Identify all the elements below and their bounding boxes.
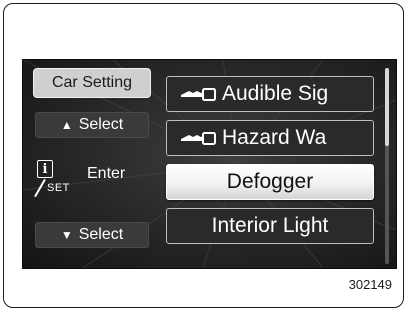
down-arrow-icon: ▼ — [60, 228, 73, 242]
menu-item-label: Interior Light — [211, 214, 329, 237]
menu-item-interior-light[interactable]: Interior Light — [166, 208, 374, 244]
info-letter: i — [37, 160, 53, 178]
figure-frame: Car Setting ▲ Select i SET Enter ▼ Selec… — [3, 3, 404, 308]
car-setting-label: Car Setting — [33, 68, 151, 98]
scroll-thumb[interactable] — [385, 68, 389, 146]
info-slash — [34, 178, 46, 198]
select-down-hint: ▼ Select — [35, 222, 149, 248]
select-up-hint: ▲ Select — [35, 112, 149, 138]
menu-item-hazard-warning[interactable]: Hazard Wa — [166, 120, 374, 156]
menu-item-label: Defogger — [226, 170, 314, 193]
select-down-label: Select — [78, 226, 124, 243]
menu-item-label: Audible Sig — [222, 82, 329, 105]
menu-item-defogger[interactable]: Defogger — [166, 164, 374, 200]
enter-hint: i SET Enter — [34, 158, 149, 198]
menu-item-label: Hazard Wa — [222, 126, 327, 149]
select-up-label: Select — [78, 116, 124, 133]
enter-label: Enter — [87, 165, 126, 182]
key-icon — [181, 132, 216, 145]
key-icon — [181, 88, 216, 101]
menu-item-audible-signal[interactable]: Audible Sig — [166, 76, 374, 112]
info-set-icon: i SET — [34, 158, 73, 198]
display-screen: Car Setting ▲ Select i SET Enter ▼ Selec… — [22, 59, 397, 269]
menu-scrollbar[interactable] — [385, 68, 389, 264]
up-arrow-icon: ▲ — [60, 118, 73, 132]
set-label: SET — [47, 182, 70, 194]
figure-number: 302149 — [348, 277, 392, 292]
